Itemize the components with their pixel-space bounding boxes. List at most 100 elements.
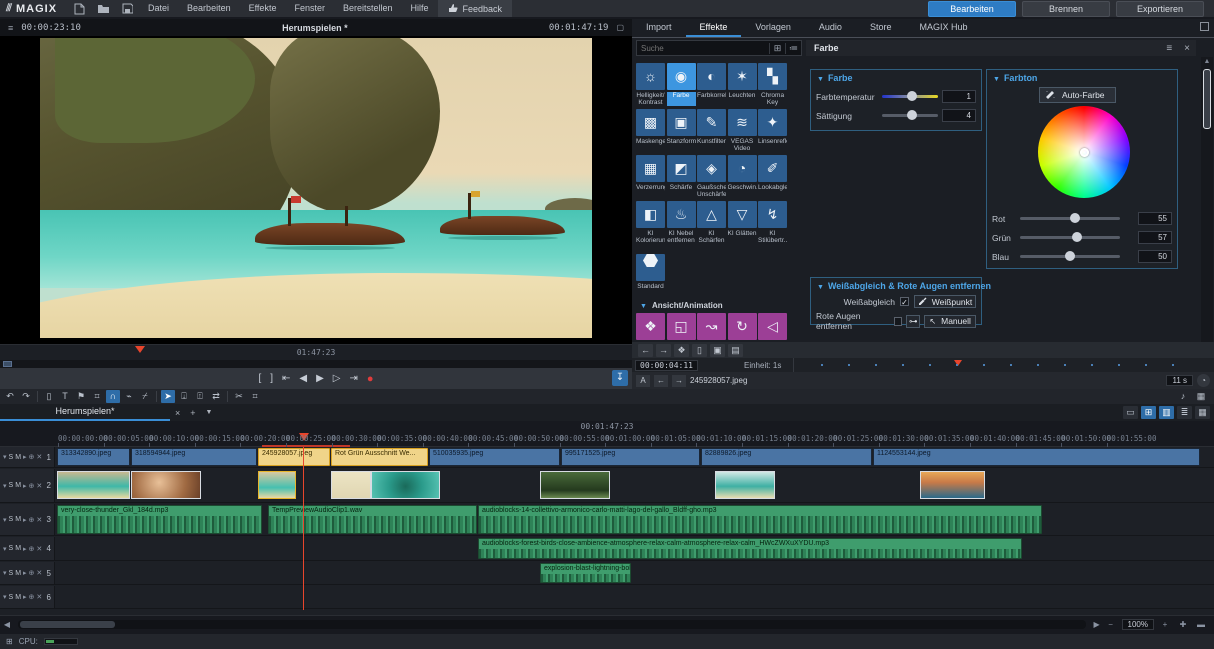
track-collapse-icon[interactable]: ▾ [3,453,7,461]
prev-object-icon[interactable]: ← [654,375,668,387]
clip-thumbnail-beach1[interactable] [57,471,130,499]
video-clip[interactable]: 995171525.jpeg [561,448,700,466]
hscroll-track[interactable] [18,620,1086,629]
effect-tile-video-stabilization[interactable]: ≋VEGAS Video Stab... [728,109,757,152]
solo-button[interactable]: S [9,482,14,489]
search-input[interactable] [637,44,769,53]
mode-button-bearbeiten[interactable]: Bearbeiten [928,1,1016,17]
monitor-layout-icon[interactable]: ▦ [1194,390,1208,403]
feedback-button[interactable]: Feedback [438,0,513,17]
clip-thumbnail-beach2[interactable] [258,471,296,499]
add-keyframe-icon[interactable]: ❖ [674,344,689,357]
track-close-icon[interactable]: ✕ [36,482,42,490]
keyframe-strip[interactable] [793,358,1214,372]
slider-sattigung-track[interactable] [882,114,938,117]
slider-farbtemperatur-knob[interactable] [907,91,917,101]
video-clip[interactable]: 313342890.jpeg [57,448,130,466]
effect-tile-gaussian-blur[interactable]: ◈Gaußsche Unschärfe [697,155,726,198]
track-close-icon[interactable]: ✕ [36,545,42,553]
mini-scroll-thumb[interactable] [3,361,12,367]
auto-color-button[interactable]: Auto-Farbe [1039,87,1116,103]
effect-tile-chroma-key[interactable]: ▚Chroma Key [758,63,787,106]
slider-blau-knob[interactable] [1065,251,1075,261]
track-header-3[interactable]: ▾SM▸⊕✕3 [0,504,55,535]
effect-tile-distortion[interactable]: ▦Verzerrung [636,155,665,198]
delete-keyframe-icon[interactable]: ▯ [692,344,707,357]
slider-grun-value[interactable]: 57 [1138,231,1172,244]
zoom-in-icon[interactable]: + [1158,620,1172,629]
mute-button[interactable]: M [15,482,21,489]
slider-farbtemperatur-track[interactable] [882,95,938,98]
track-collapse-icon[interactable]: ▾ [3,593,7,601]
record-icon[interactable]: ● [367,374,374,384]
monitor-fullscreen-icon[interactable]: ▢ [608,23,632,32]
close-tab-icon[interactable]: × [170,408,185,418]
mute-button[interactable]: M [15,545,21,552]
track-close-icon[interactable]: ✕ [36,453,42,461]
redo-icon[interactable]: ↷ [19,390,33,403]
link-icon[interactable]: ⌁ [122,390,136,403]
slider-farbtemperatur-value[interactable]: 1 [942,90,976,103]
track-close-icon[interactable]: ✕ [36,516,42,524]
effect-tile-color[interactable]: ◉Farbe [667,63,696,106]
track-add-icon[interactable]: ⊕ [29,516,35,524]
solo-button[interactable]: S [9,594,14,601]
tab-import[interactable]: Import [632,20,686,37]
section-ansicht-animation[interactable]: ▼Ansicht/Animation [640,301,723,310]
new-project-icon[interactable] [71,2,87,15]
color-group-title[interactable]: ▼Farbe [817,73,852,83]
grid-view-icon[interactable]: ⊞ [769,43,785,54]
next-object-icon[interactable]: → [672,375,686,387]
scroll-left-icon[interactable]: ◀ [0,620,14,629]
clip-thumbnail-couple[interactable] [131,471,201,499]
color-wheel-marker[interactable] [1080,148,1089,157]
video-clip[interactable]: 1124553144.jpeg [873,448,1200,466]
redeye-preview-button[interactable]: ⊶ [906,315,920,328]
paste-icon[interactable]: ▤ [728,344,743,357]
slider-blau-track[interactable] [1020,255,1120,258]
mode-button-brennen[interactable]: Brennen [1022,1,1110,17]
audio-clip[interactable]: audioblocks-forest-birds-close-ambience-… [478,538,1022,559]
play-icon[interactable]: ▶ [316,374,324,384]
audio-clip[interactable]: explosion-blast-lightning-bolt... [540,563,631,583]
snap-magnet-icon[interactable]: ∩ [106,390,120,403]
whitepoint-button[interactable]: Weißpunkt [914,295,976,308]
video-preview-frame[interactable] [40,38,592,338]
slider-sattigung-value[interactable]: 4 [942,109,976,122]
effect-tile-color-correction[interactable]: ◐Farbkorrek... [697,63,726,106]
range-in-icon[interactable]: [ [258,374,261,384]
audio-clip[interactable]: very-close-thunder_Gkl_184d.mp3 [57,505,262,534]
group-icon[interactable]: ⌗ [90,390,104,403]
next-frame-icon[interactable]: ▷ [333,374,341,384]
undo-icon[interactable]: ↶ [3,390,17,403]
solo-button[interactable]: S [9,545,14,552]
effect-tile-stencil-shapes[interactable]: ▣Stanzformen [667,109,696,152]
tab-effekte[interactable]: Effekte [686,20,742,37]
track-header-2[interactable]: ▾SM▸⊕✕2 [0,469,55,502]
menu-bereitstellen[interactable]: Bereitstellen [334,0,402,17]
track-add-icon[interactable]: ⊕ [29,569,35,577]
storyboard-view-icon[interactable]: ▥ [1159,406,1174,419]
jump-end-icon[interactable]: ⇥ [350,374,358,384]
effect-tile-ai-smooth[interactable]: ▽KI Glätten [728,201,757,244]
prev-keyframe-icon[interactable]: ← [638,344,653,357]
tab-vorlagen[interactable]: Vorlagen [741,20,805,37]
vertical-zoom-out-icon[interactable]: ▬ [1194,620,1208,629]
delete-object-icon[interactable]: ▯ [42,390,56,403]
mouse-mode-all-icon[interactable]: ⍐ [193,390,207,403]
scroll-right-icon[interactable]: ▶ [1090,620,1104,629]
jump-start-icon[interactable]: ⇤ [282,374,290,384]
track-collapse-icon[interactable]: ▾ [3,545,7,553]
add-tab-icon[interactable]: + [185,408,200,418]
track-header-5[interactable]: ▾SM▸⊕✕5 [0,562,55,584]
manual-button[interactable]: ↖ Manuell [924,315,976,328]
zoom-out-icon[interactable]: − [1104,620,1118,629]
open-project-icon[interactable] [95,2,111,15]
track-close-icon[interactable]: ✕ [36,593,42,601]
track-add-icon[interactable]: ⊕ [29,593,35,601]
audio-clip[interactable]: TempPreviewAudioClip1.wav [268,505,477,534]
panel-scrollbar[interactable]: ▲ ▼ [1201,57,1213,359]
tab-magix-hub[interactable]: MAGIX Hub [905,20,981,37]
list-view-toggle-icon[interactable]: ≣ [1177,406,1192,419]
effect-tile-standard[interactable]: Standard [636,247,665,297]
